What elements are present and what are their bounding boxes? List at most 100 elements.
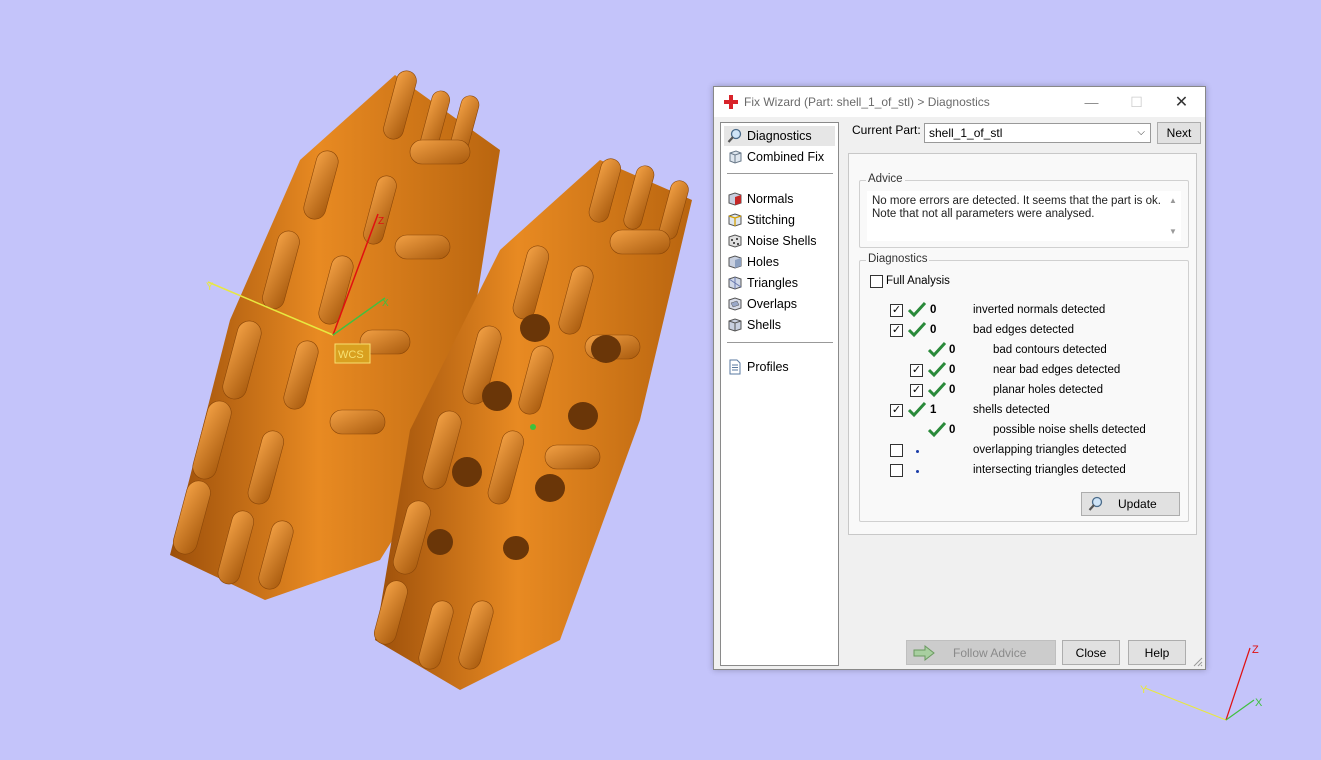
- inverted-normals-checkbox[interactable]: ✓: [890, 304, 903, 317]
- wcs-z-label: Z: [378, 216, 384, 227]
- sidebar-item-label: Shells: [747, 318, 782, 332]
- combined-fix-icon: [729, 150, 742, 164]
- triad-z-label: Z: [1252, 644, 1259, 656]
- current-part-select[interactable]: shell_1_of_stl ⌵: [924, 123, 1151, 143]
- sidebar-item-profiles[interactable]: Profiles: [724, 357, 835, 377]
- sidebar-item-label: Normals: [747, 192, 794, 206]
- advice-group-label: Advice: [866, 173, 905, 185]
- sidebar-item-label: Diagnostics: [747, 129, 812, 143]
- fix-sidebar: Diagnostics Combined Fix Normals Stitchi…: [720, 122, 839, 666]
- shells-label: shells detected: [973, 404, 1050, 416]
- advice-text-line: No more errors are detected. It seems th…: [872, 195, 1161, 207]
- follow-advice-label: Follow Advice: [953, 645, 1027, 660]
- normals-cube-icon: [728, 192, 742, 206]
- intersecting-triangles-checkbox[interactable]: [890, 464, 903, 477]
- resize-grip-icon[interactable]: [1193, 657, 1203, 667]
- noise-shells-count: 0: [949, 424, 956, 436]
- arrow-right-icon: [913, 644, 935, 661]
- current-part-value: shell_1_of_stl: [929, 126, 1003, 140]
- sidebar-item-normals[interactable]: Normals: [724, 189, 835, 209]
- not-analysed-dot-icon: [916, 450, 919, 453]
- sidebar-item-shells[interactable]: Shells: [724, 315, 835, 335]
- sidebar-item-label: Overlaps: [747, 297, 798, 311]
- check-mark-icon: [908, 322, 926, 338]
- sidebar-item-label: Profiles: [747, 360, 789, 374]
- overlaps-cube-icon: [728, 297, 742, 311]
- noise-shells-icon: [728, 234, 742, 248]
- triad-y-label: Y: [1140, 684, 1148, 696]
- sidebar-item-overlaps[interactable]: Overlaps: [724, 294, 835, 314]
- stitching-cube-icon: [728, 213, 742, 227]
- planar-holes-count: 0: [949, 384, 956, 396]
- close-window-button[interactable]: ✕: [1159, 87, 1204, 117]
- wcs-y-label: Y: [206, 281, 214, 293]
- help-button[interactable]: Help: [1128, 640, 1186, 665]
- sidebar-item-label: Noise Shells: [747, 234, 817, 248]
- sidebar-item-label: Triangles: [747, 276, 798, 290]
- full-analysis-checkbox[interactable]: [870, 275, 883, 288]
- advice-group: Advice No more errors are detected. It s…: [859, 173, 1189, 248]
- sidebar-divider: [727, 342, 833, 343]
- sidebar-item-label: Holes: [747, 255, 779, 269]
- diagnostics-panel: Advice No more errors are detected. It s…: [848, 153, 1197, 535]
- intersecting-triangles-label: intersecting triangles detected: [973, 464, 1126, 476]
- full-analysis-label: Full Analysis: [886, 275, 950, 287]
- minimize-button[interactable]: —: [1069, 87, 1114, 117]
- maximize-button[interactable]: ☐: [1114, 87, 1159, 117]
- near-bad-edges-label: near bad edges detected: [993, 364, 1121, 376]
- magnifier-icon: [1088, 496, 1103, 511]
- sidebar-item-triangles[interactable]: Triangles: [724, 273, 835, 293]
- wcs-label: WCS: [338, 349, 364, 361]
- inverted-normals-label: inverted normals detected: [973, 304, 1106, 316]
- close-button[interactable]: Close: [1062, 640, 1120, 665]
- red-cross-icon: [724, 95, 738, 109]
- sidebar-divider: [727, 173, 833, 174]
- check-mark-icon: [928, 382, 946, 398]
- bad-contours-count: 0: [949, 344, 956, 356]
- check-mark-icon: [928, 422, 946, 438]
- bad-edges-label: bad edges detected: [973, 324, 1075, 336]
- overlapping-triangles-checkbox[interactable]: [890, 444, 903, 457]
- triangles-cube-icon: [728, 276, 742, 290]
- near-bad-edges-checkbox[interactable]: ✓: [910, 364, 923, 377]
- advice-text-line: Note that not all parameters were analys…: [872, 208, 1095, 220]
- dialog-title: Fix Wizard (Part: shell_1_of_stl) > Diag…: [744, 95, 990, 109]
- planar-holes-checkbox[interactable]: ✓: [910, 384, 923, 397]
- chevron-down-icon: ⌵: [1137, 127, 1145, 138]
- bad-edges-count: 0: [930, 324, 937, 336]
- triad-x-label: X: [1255, 697, 1263, 709]
- document-icon: [729, 359, 741, 375]
- diagnostics-group-label: Diagnostics: [866, 253, 930, 265]
- sidebar-item-label: Stitching: [747, 213, 795, 227]
- check-mark-icon: [928, 342, 946, 358]
- scroll-up-icon[interactable]: ▲: [1169, 194, 1177, 207]
- sidebar-item-combined-fix[interactable]: Combined Fix: [724, 147, 835, 167]
- sidebar-item-diagnostics[interactable]: Diagnostics: [724, 126, 835, 146]
- inverted-normals-count: 0: [930, 304, 937, 316]
- fix-wizard-dialog: Fix Wizard (Part: shell_1_of_stl) > Diag…: [713, 86, 1206, 670]
- shells-checkbox[interactable]: ✓: [890, 404, 903, 417]
- near-bad-edges-count: 0: [949, 364, 956, 376]
- follow-advice-button[interactable]: Follow Advice: [906, 640, 1056, 665]
- sidebar-item-holes[interactable]: Holes: [724, 252, 835, 272]
- holes-cube-icon: [728, 255, 742, 269]
- noise-shells-label: possible noise shells detected: [993, 424, 1146, 436]
- bad-edges-checkbox[interactable]: ✓: [890, 324, 903, 337]
- check-mark-icon: [908, 302, 926, 318]
- shells-cube-icon: [728, 318, 742, 332]
- update-button[interactable]: Update: [1081, 492, 1180, 516]
- sidebar-item-stitching[interactable]: Stitching: [724, 210, 835, 230]
- not-analysed-dot-icon: [916, 470, 919, 473]
- next-button[interactable]: Next: [1157, 122, 1201, 144]
- update-label: Update: [1118, 497, 1157, 511]
- scroll-down-icon[interactable]: ▼: [1169, 225, 1177, 238]
- dialog-titlebar[interactable]: Fix Wizard (Part: shell_1_of_stl) > Diag…: [714, 87, 1205, 117]
- overlapping-triangles-label: overlapping triangles detected: [973, 444, 1127, 456]
- shells-count: 1: [930, 404, 937, 416]
- wcs-x-label: X: [382, 298, 389, 309]
- advice-scrollbar[interactable]: ▲ ▼: [1165, 191, 1181, 241]
- sidebar-item-noise-shells[interactable]: Noise Shells: [724, 231, 835, 251]
- check-mark-icon: [908, 402, 926, 418]
- advice-text-box[interactable]: No more errors are detected. It seems th…: [867, 191, 1181, 241]
- bad-contours-label: bad contours detected: [993, 344, 1107, 356]
